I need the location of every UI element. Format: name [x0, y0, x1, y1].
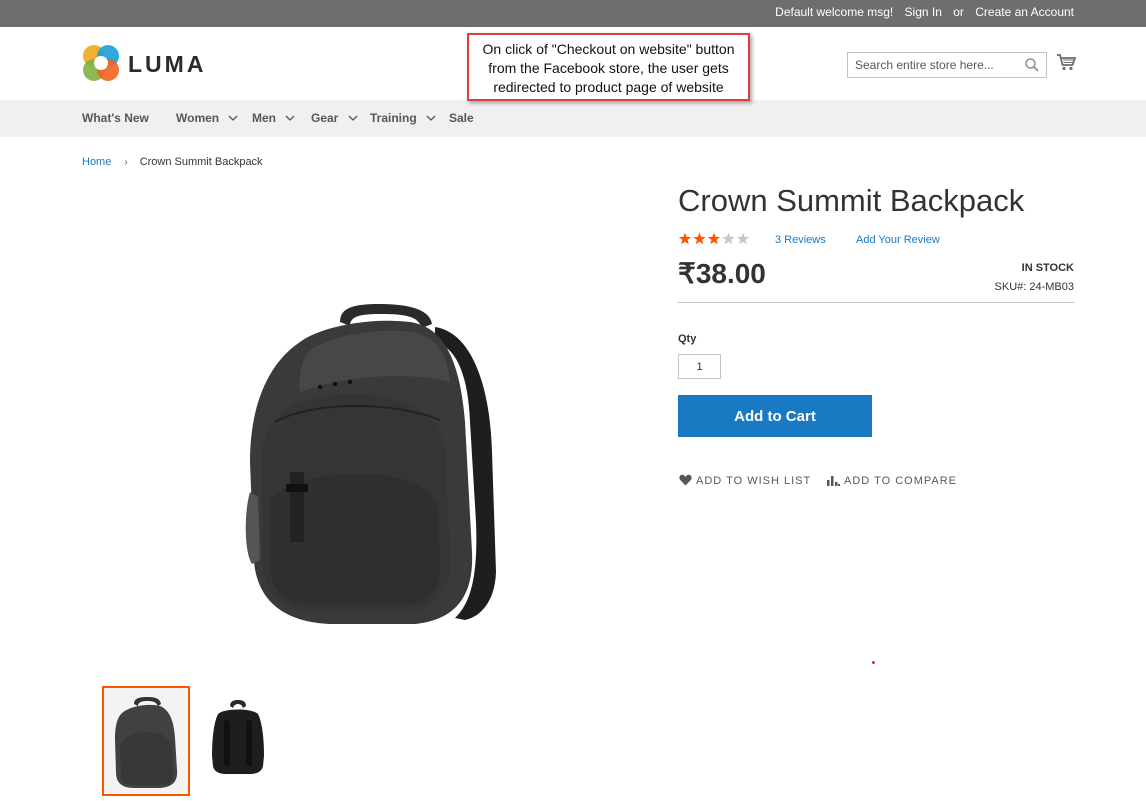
- welcome-message: Default welcome msg!: [775, 5, 894, 19]
- thumbnail-back-image: [212, 700, 264, 774]
- thumbnail-front[interactable]: [102, 686, 190, 796]
- thumbnail-back[interactable]: [194, 686, 282, 796]
- chevron-down-icon: [426, 115, 436, 121]
- breadcrumb: Home › Crown Summit Backpack: [82, 156, 263, 168]
- search-icon[interactable]: [1025, 58, 1039, 72]
- qty-input[interactable]: [678, 354, 721, 379]
- nav-item-label: Training: [370, 111, 417, 125]
- nav-item-women[interactable]: Women: [176, 111, 238, 125]
- add-review-link[interactable]: Add Your Review: [856, 234, 940, 246]
- cart-icon[interactable]: [1057, 54, 1076, 71]
- product-main-image[interactable]: [240, 302, 512, 632]
- luma-logo-icon: [83, 45, 119, 81]
- product-price: ₹38.00: [678, 258, 766, 289]
- compare-label: ADD TO COMPARE: [844, 475, 958, 487]
- star-icon: [693, 232, 706, 245]
- nav-item-label: Gear: [311, 111, 339, 125]
- star-icon: [678, 232, 692, 245]
- sign-in-link[interactable]: Sign In: [905, 5, 942, 19]
- wish-list-label: ADD TO WISH LIST: [696, 475, 812, 487]
- nav-item-gear[interactable]: Gear: [311, 111, 358, 125]
- breadcrumb-current: Crown Summit Backpack: [139, 156, 263, 168]
- nav-item-label: What's New: [82, 111, 149, 125]
- stray-dot: [872, 661, 875, 664]
- qty-label: Qty: [678, 333, 697, 345]
- annotation-callout: On click of "Checkout on website" button…: [467, 33, 750, 101]
- nav-item-whats-new[interactable]: What's New: [82, 111, 149, 125]
- thumbnail-front-image: [115, 697, 178, 788]
- star-icon: [707, 232, 721, 245]
- nav-item-training[interactable]: Training: [370, 111, 436, 125]
- search-input[interactable]: [848, 53, 1018, 77]
- add-to-cart-button[interactable]: Add to Cart: [678, 395, 872, 437]
- nav-item-men[interactable]: Men: [252, 111, 295, 125]
- compare-icon: [827, 476, 840, 486]
- breadcrumb-home-link[interactable]: Home: [82, 156, 111, 168]
- nav-item-label: Women: [176, 111, 220, 125]
- stock-status: IN STOCK: [1021, 262, 1074, 274]
- star-icon: [736, 232, 750, 245]
- heart-icon: [679, 474, 692, 486]
- add-to-compare-link[interactable]: ADD TO COMPARE: [826, 474, 957, 487]
- top-bar: Default welcome msg! Sign In or Create a…: [0, 0, 1146, 27]
- product-sku: SKU#: 24-MB03: [994, 281, 1074, 293]
- chevron-down-icon: [348, 115, 358, 121]
- or-text: or: [953, 5, 964, 19]
- chevron-down-icon: [285, 115, 295, 121]
- star-icon: [722, 232, 735, 245]
- top-links: Default welcome msg! Sign In or Create a…: [775, 5, 1074, 19]
- main-nav: What's New Women Men Gear Training Sale: [0, 100, 1146, 137]
- create-account-link[interactable]: Create an Account: [975, 5, 1074, 19]
- logo-text: LUMA: [128, 51, 207, 77]
- product-title: Crown Summit Backpack: [678, 183, 1025, 218]
- divider: [678, 302, 1074, 303]
- nav-item-label: Men: [252, 111, 276, 125]
- reviews-link[interactable]: 3 Reviews: [775, 234, 826, 246]
- add-to-wish-list-link[interactable]: ADD TO WISH LIST: [679, 474, 811, 487]
- rating-stars: [678, 232, 750, 245]
- breadcrumb-separator-icon: ›: [124, 157, 128, 168]
- nav-item-sale[interactable]: Sale: [449, 111, 474, 125]
- chevron-down-icon: [229, 115, 238, 121]
- search-box: [847, 52, 1047, 78]
- nav-item-label: Sale: [449, 111, 474, 125]
